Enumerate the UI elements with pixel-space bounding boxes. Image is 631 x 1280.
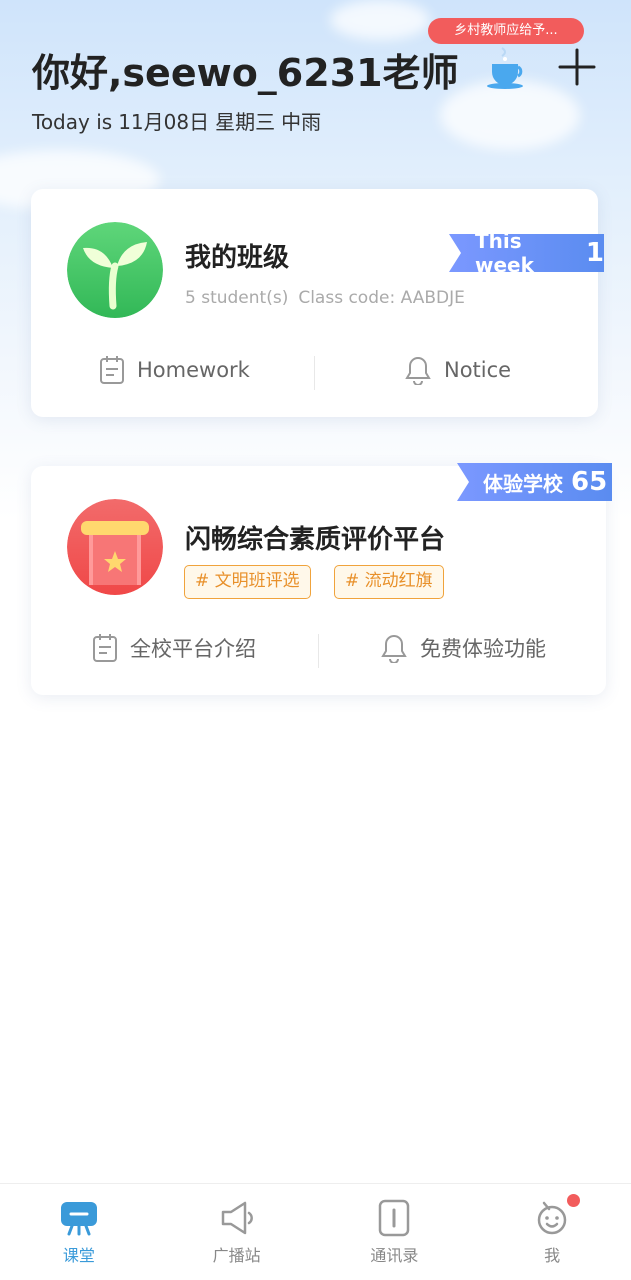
sprout-icon [67, 222, 163, 318]
notice-button[interactable]: Notice [404, 355, 511, 385]
teacup-icon[interactable] [484, 46, 530, 90]
homework-button[interactable]: Homework [99, 355, 250, 385]
weekly-ribbon: This week 1 [449, 234, 604, 272]
tag-red-flag[interactable]: # 流动红旗 [334, 565, 444, 599]
notice-label: Notice [444, 358, 512, 382]
contacts-icon [379, 1199, 410, 1237]
class-card[interactable]: 我的班级 5 student(s) Class code: AABDJE This… [31, 189, 604, 417]
bell-icon [381, 634, 407, 663]
bell-icon [405, 356, 431, 385]
tab-contacts[interactable]: 通讯录 [316, 1184, 474, 1280]
promo-banner[interactable]: 乡村教师应给予... [428, 18, 584, 44]
tag-civilized-class[interactable]: # 文明班评选 [184, 565, 311, 599]
action-divider [314, 356, 315, 390]
ribbon-label: This week [475, 229, 534, 277]
speaker-icon [221, 1201, 253, 1235]
trial-school-ribbon: 体验学校 65 [457, 463, 612, 501]
bottom-tab-bar: 课堂 广播站 通讯录 我 [0, 1183, 631, 1280]
classroom-icon [60, 1202, 97, 1236]
platform-intro-label: 全校平台介绍 [130, 637, 256, 661]
weekday-text: 星期三 [215, 110, 276, 134]
ribbon-label: 体验学校 [483, 471, 563, 496]
ribbon-count: 1 [585, 238, 604, 268]
free-trial-label: 免费体验功能 [420, 637, 546, 661]
date-prefix: Today is [32, 110, 113, 134]
tab-label: 广播站 [212, 1246, 261, 1265]
homework-label: Homework [137, 358, 250, 382]
tab-label: 通讯录 [370, 1246, 419, 1265]
platform-intro-button[interactable]: 全校平台介绍 [92, 633, 256, 663]
plus-icon[interactable] [556, 46, 598, 88]
date-text: 11月08日 [118, 110, 210, 134]
free-trial-button[interactable]: 免费体验功能 [380, 633, 546, 663]
greeting-title: 你好,seewo_6231老师 [32, 51, 459, 95]
red-flag-icon [67, 499, 163, 595]
platform-card[interactable]: 闪畅综合素质评价平台 # 文明班评选 # 流动红旗 体验学校 65 全校平台介绍… [31, 463, 612, 695]
tab-classroom[interactable]: 课堂 [0, 1184, 158, 1280]
tab-me[interactable]: 我 [473, 1184, 631, 1280]
action-divider [318, 634, 319, 668]
clipboard-icon [100, 356, 124, 384]
ribbon-count: 65 [571, 467, 608, 497]
class-title: 我的班级 [185, 243, 290, 273]
weather-text: 中雨 [281, 110, 322, 134]
platform-title: 闪畅综合素质评价平台 [185, 525, 446, 555]
tab-label: 我 [544, 1246, 561, 1265]
date-line: Today is 11月08日 星期三 中雨 [32, 106, 327, 135]
tab-label: 课堂 [62, 1246, 95, 1265]
notification-badge [567, 1194, 581, 1207]
profile-icon [537, 1201, 567, 1235]
student-count: 5 student(s) [185, 288, 289, 308]
class-code: Class code: AABDJE [298, 288, 465, 308]
tab-broadcast[interactable]: 广播站 [158, 1184, 316, 1280]
class-meta: 5 student(s) Class code: AABDJE [185, 288, 475, 308]
clipboard-icon [93, 634, 117, 662]
